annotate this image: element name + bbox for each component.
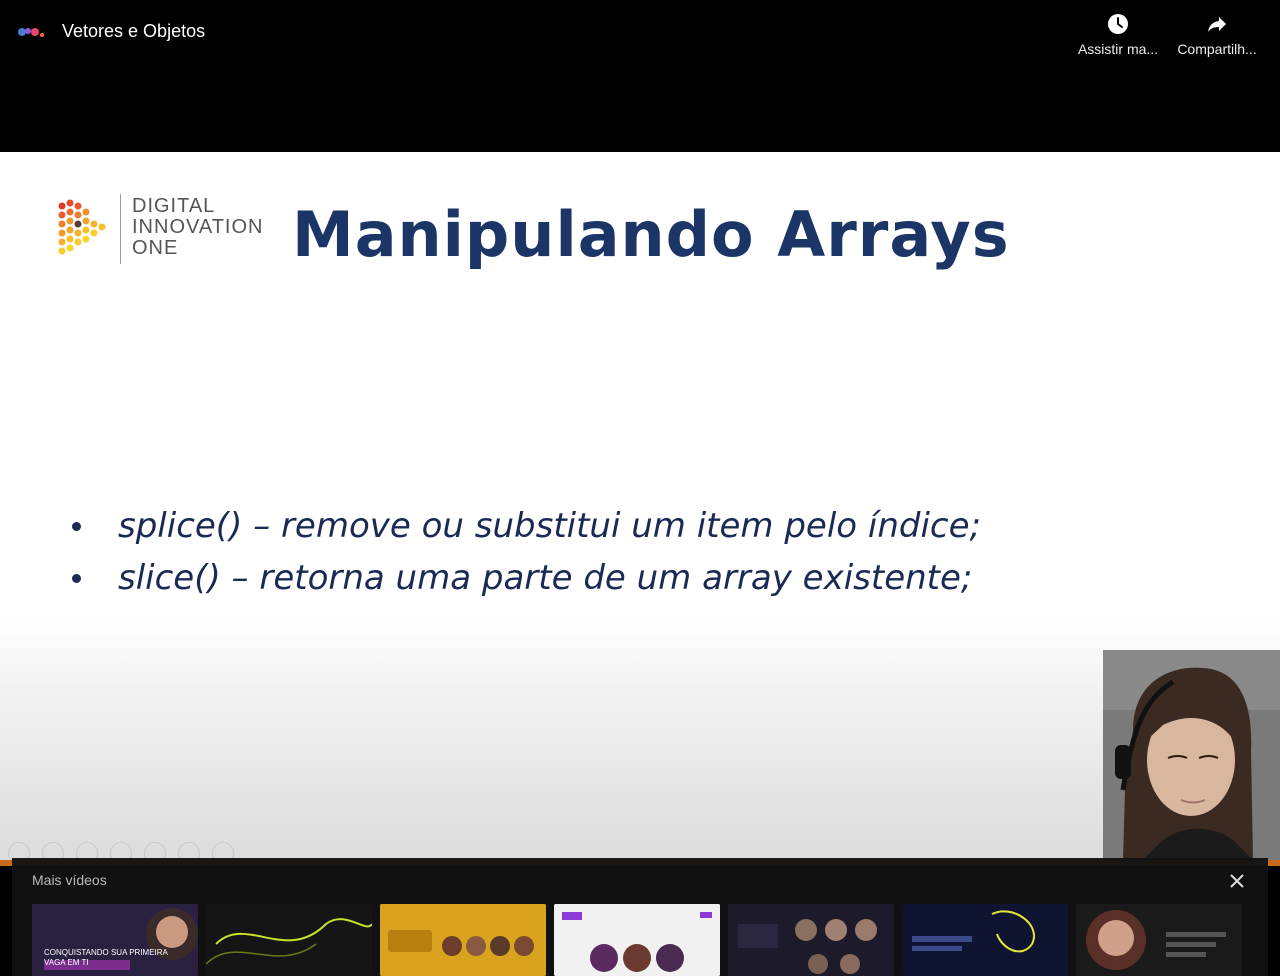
share-button[interactable]: Compartilh... xyxy=(1167,12,1267,62)
logo-wordmark: DIGITAL INNOVATION ONE xyxy=(132,196,263,259)
video-thumbnail[interactable] xyxy=(1076,904,1242,976)
presenter-webcam xyxy=(1103,650,1280,860)
video-title[interactable]: Vetores e Objetos xyxy=(62,21,205,42)
bullet-dot xyxy=(72,574,81,583)
video-thumbnail[interactable] xyxy=(902,904,1068,976)
thumbnail-image xyxy=(728,904,894,976)
logo-line-3: ONE xyxy=(132,237,179,259)
thumbnail-image xyxy=(206,904,372,976)
video-thumbnail[interactable] xyxy=(380,904,546,976)
close-icon[interactable] xyxy=(1228,872,1246,890)
share-icon xyxy=(1208,17,1226,32)
bullet-item: splice() – remove ou substitui um item p… xyxy=(70,500,981,552)
share-label: Compartilh... xyxy=(1177,41,1257,57)
bullet-list: splice() – remove ou substitui um item p… xyxy=(70,500,981,604)
watch-later-button[interactable]: Assistir ma... xyxy=(1068,12,1168,62)
clock-icon xyxy=(1108,14,1128,34)
bullet-dot xyxy=(72,522,81,531)
video-thumbnail[interactable] xyxy=(206,904,372,976)
thumbnail-image xyxy=(554,904,720,976)
video-thumbnail[interactable]: CONQUISTANDO SUA PRIMEIRA VAGA EM TI xyxy=(32,904,198,976)
more-videos-title: Mais vídeos xyxy=(32,872,107,888)
video-thumbnail[interactable] xyxy=(728,904,894,976)
thumbnail-image xyxy=(380,904,546,976)
thumbnail-caption: CONQUISTANDO SUA PRIMEIRA VAGA EM TI xyxy=(44,948,168,967)
digital-innovation-one-logo xyxy=(58,199,106,255)
thumbnail-row: CONQUISTANDO SUA PRIMEIRA VAGA EM TI xyxy=(32,904,1242,976)
thumbnail-image xyxy=(902,904,1068,976)
bullet-text: slice() – retorna uma parte de um array … xyxy=(118,558,973,598)
slide-title: Manipulando Arrays xyxy=(292,198,1010,271)
presentation-slide: DIGITAL INNOVATION ONE Manipulando Array… xyxy=(0,152,1280,860)
thumbnail-image xyxy=(1076,904,1242,976)
logo-line-2: INNOVATION xyxy=(132,216,264,238)
video-top-bar: Vetores e Objetos Assistir ma... Compart… xyxy=(0,0,1280,152)
watch-later-label: Assistir ma... xyxy=(1077,41,1159,57)
presenter-image xyxy=(1103,650,1280,860)
video-thumbnail[interactable] xyxy=(554,904,720,976)
logo-line-1: DIGITAL xyxy=(132,195,216,217)
dio-logo-icon[interactable] xyxy=(16,22,48,42)
bullet-text: splice() – remove ou substitui um item p… xyxy=(118,506,981,546)
more-videos-panel: Mais vídeos CONQUISTANDO SUA PRIMEIRA VA… xyxy=(12,858,1268,976)
bullet-item: slice() – retorna uma parte de um array … xyxy=(70,552,981,604)
logo-divider xyxy=(120,194,121,264)
